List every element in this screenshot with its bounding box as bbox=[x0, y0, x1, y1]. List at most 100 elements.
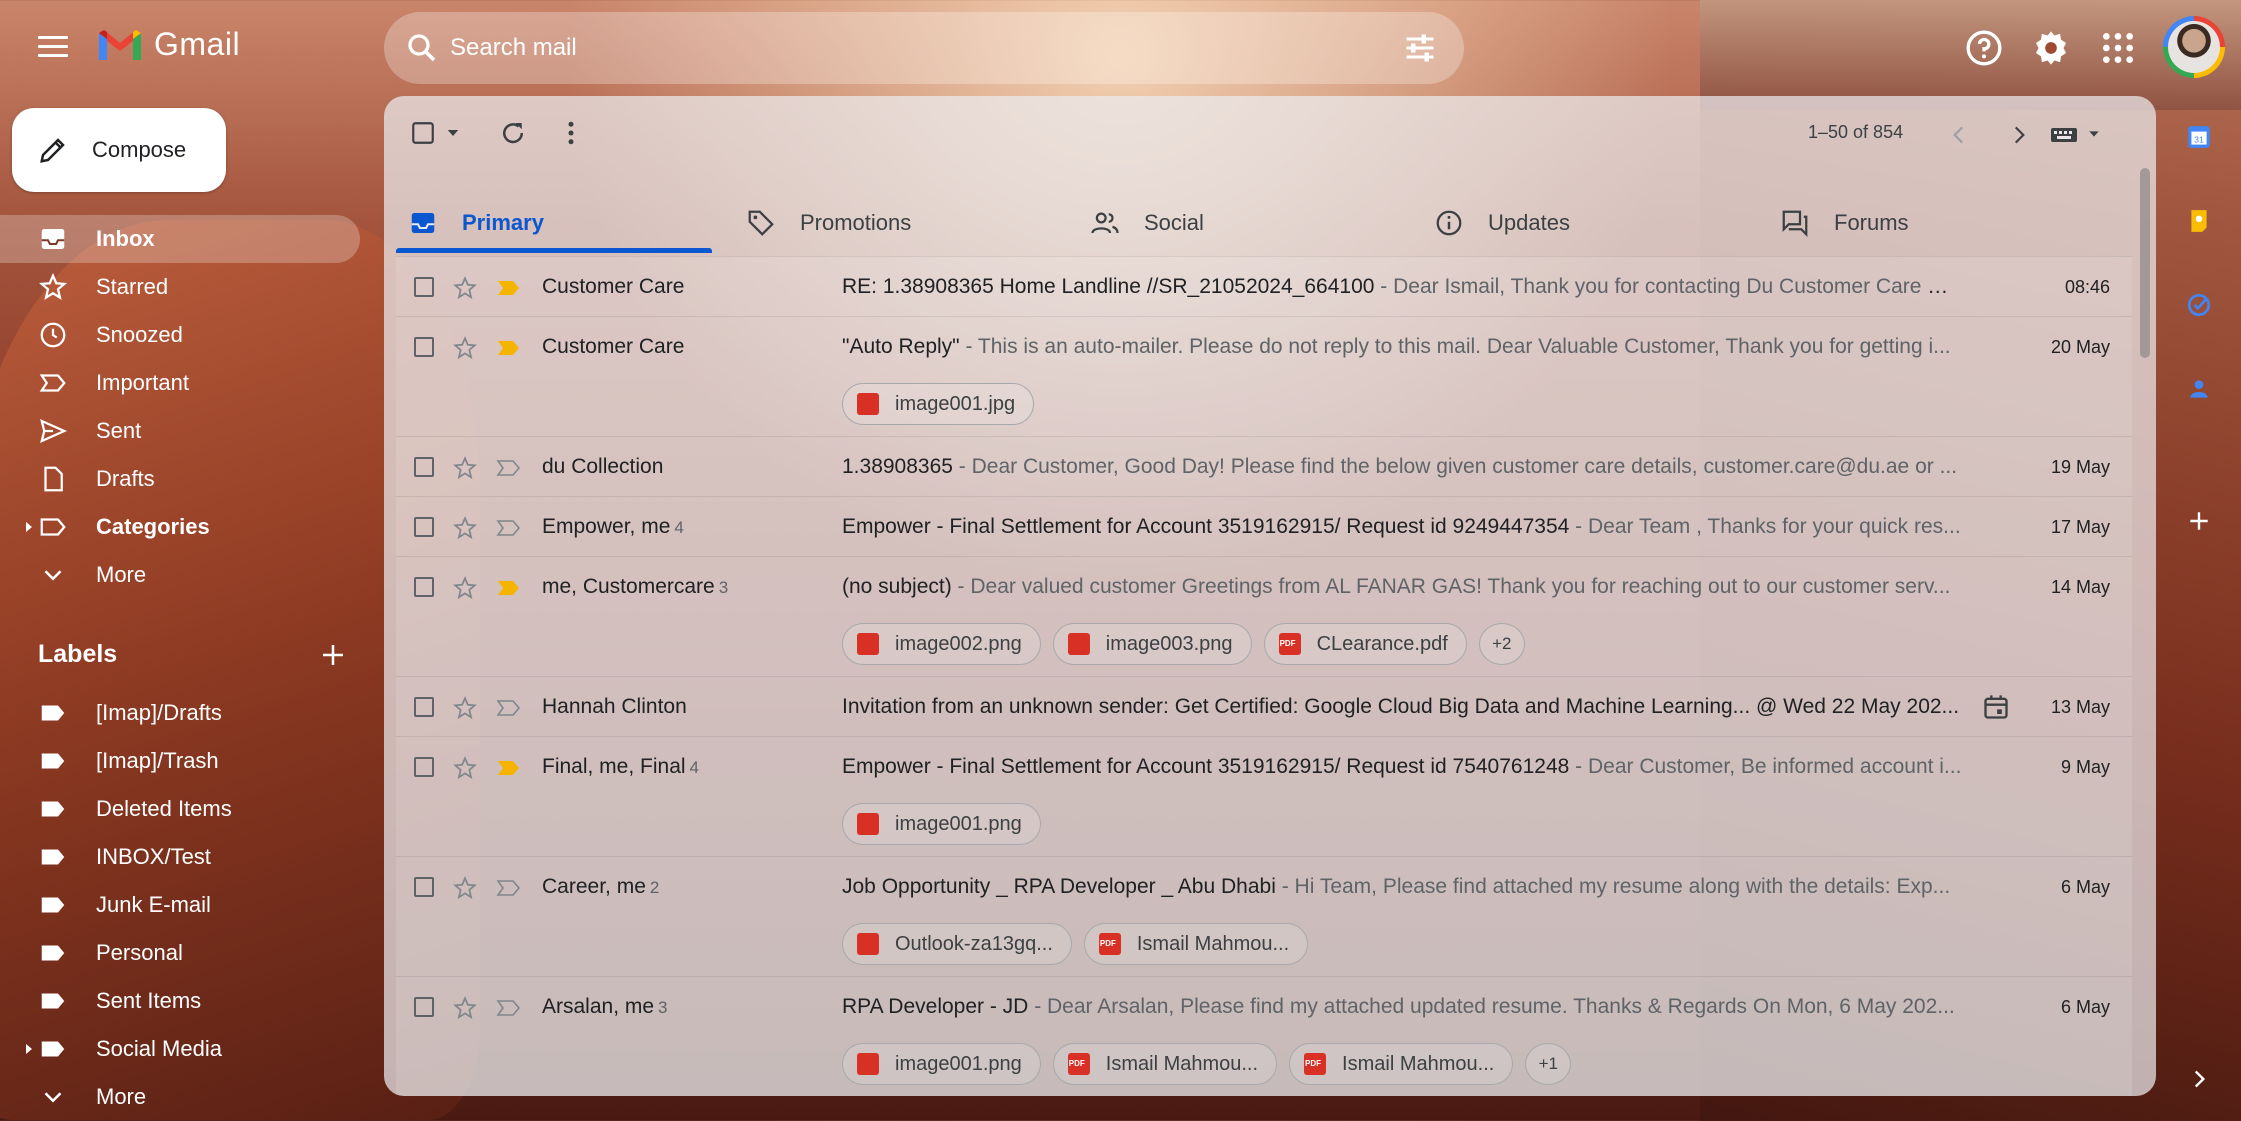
sidebar-item-snoozed[interactable]: Snoozed bbox=[0, 311, 360, 359]
row-checkbox[interactable] bbox=[414, 457, 434, 477]
star-icon[interactable] bbox=[452, 995, 478, 1021]
gmail-logo[interactable]: Gmail bbox=[96, 26, 240, 63]
attachment-chip[interactable]: Ismail Mahmou... bbox=[1083, 923, 1309, 965]
email-row[interactable]: Career, me 2 Job Opportunity _ RPA Develo… bbox=[396, 856, 2132, 976]
attachment-chip[interactable]: CLearance.pdf bbox=[1263, 623, 1467, 665]
previous-page-icon[interactable] bbox=[1946, 122, 1972, 148]
label-item[interactable]: [Imap]/Drafts bbox=[0, 689, 360, 737]
star-icon[interactable] bbox=[452, 875, 478, 901]
search-options-icon[interactable] bbox=[1402, 30, 1438, 66]
important-marker-icon[interactable] bbox=[496, 279, 522, 297]
important-marker-icon[interactable] bbox=[496, 519, 522, 537]
scrollbar[interactable] bbox=[2140, 168, 2150, 358]
email-row[interactable]: Arsalan, me 3 RPA Developer - JD - Dear A… bbox=[396, 976, 2132, 1096]
label-item[interactable]: Sent Items bbox=[0, 977, 360, 1025]
label-item[interactable]: Personal bbox=[0, 929, 360, 977]
attachment-chip[interactable]: image002.png bbox=[842, 623, 1041, 665]
search-bar[interactable] bbox=[384, 12, 1464, 84]
email-row[interactable]: Empower, me 4 Empower - Final Settlement … bbox=[396, 496, 2132, 556]
caret-right-icon[interactable] bbox=[24, 1042, 34, 1056]
sidebar-item-important[interactable]: Important bbox=[0, 359, 360, 407]
caret-right-icon[interactable] bbox=[24, 520, 34, 534]
search-icon[interactable] bbox=[404, 30, 440, 66]
star-icon[interactable] bbox=[452, 455, 478, 481]
tab-updates[interactable]: Updates bbox=[1434, 186, 1750, 260]
add-addon-icon[interactable] bbox=[2186, 508, 2212, 534]
star-icon[interactable] bbox=[452, 575, 478, 601]
more-attachments-chip[interactable]: +2 bbox=[1478, 623, 1525, 665]
label-item[interactable]: [Imap]/Trash bbox=[0, 737, 360, 785]
row-checkbox[interactable] bbox=[414, 337, 434, 357]
important-marker-icon[interactable] bbox=[496, 459, 522, 477]
tab-social[interactable]: Social bbox=[1090, 186, 1406, 260]
sidebar-item-drafts[interactable]: Drafts bbox=[0, 455, 360, 503]
search-input[interactable] bbox=[450, 34, 1402, 62]
refresh-icon[interactable] bbox=[498, 118, 528, 148]
email-row[interactable]: du Collection 1.38908365 - Dear Customer… bbox=[396, 436, 2132, 496]
email-row[interactable]: me, Customercare 3 (no subject) - Dear va… bbox=[396, 556, 2132, 676]
row-checkbox[interactable] bbox=[414, 517, 434, 537]
row-checkbox[interactable] bbox=[414, 757, 434, 777]
apps-grid-icon[interactable] bbox=[2098, 28, 2138, 68]
star-icon[interactable] bbox=[452, 335, 478, 361]
label-item[interactable]: Social Media bbox=[0, 1025, 360, 1073]
important-marker-icon[interactable] bbox=[496, 759, 522, 777]
important-marker-icon[interactable] bbox=[496, 999, 522, 1017]
row-checkbox[interactable] bbox=[414, 877, 434, 897]
add-label-icon[interactable] bbox=[318, 640, 348, 670]
label-item[interactable]: Deleted Items bbox=[0, 785, 360, 833]
help-icon[interactable] bbox=[1964, 28, 2004, 68]
attachment-chip[interactable]: Ismail Mahmou... bbox=[1052, 1043, 1278, 1085]
compose-button[interactable]: Compose bbox=[12, 108, 226, 192]
star-icon[interactable] bbox=[452, 515, 478, 541]
more-options-icon[interactable] bbox=[556, 118, 586, 148]
important-marker-icon[interactable] bbox=[496, 879, 522, 897]
row-checkbox[interactable] bbox=[414, 577, 434, 597]
next-page-icon[interactable] bbox=[2006, 122, 2032, 148]
sidebar-item-categories[interactable]: Categories bbox=[0, 503, 360, 551]
contacts-app-icon[interactable] bbox=[2186, 376, 2212, 402]
attachment-chip[interactable]: image001.png bbox=[842, 1043, 1041, 1085]
sidebar-item-label: Sent bbox=[96, 418, 142, 443]
star-icon[interactable] bbox=[452, 275, 478, 301]
expand-side-panel-icon[interactable] bbox=[2186, 1066, 2212, 1092]
input-tools-dropdown-icon[interactable] bbox=[2086, 126, 2102, 142]
tab-forums[interactable]: Forums bbox=[1780, 186, 2096, 260]
attachment-chip[interactable]: image001.png bbox=[842, 803, 1041, 845]
label-item[interactable]: Junk E-mail bbox=[0, 881, 360, 929]
email-row[interactable]: Hannah Clinton Invitation from an unknow… bbox=[396, 676, 2132, 736]
sidebar-item-more[interactable]: More bbox=[0, 551, 360, 599]
important-marker-icon[interactable] bbox=[496, 579, 522, 597]
select-all-checkbox[interactable] bbox=[410, 120, 436, 146]
sidebar-item-starred[interactable]: Starred bbox=[0, 263, 360, 311]
email-row[interactable]: Customer Care RE: 1.38908365 Home Landli… bbox=[396, 256, 2132, 316]
calendar-event-icon[interactable] bbox=[1982, 693, 2010, 721]
email-row[interactable]: Customer Care "Auto Reply" - This is an … bbox=[396, 316, 2132, 436]
more-attachments-chip[interactable]: +1 bbox=[1525, 1043, 1572, 1085]
tasks-app-icon[interactable] bbox=[2186, 292, 2212, 318]
settings-gear-icon[interactable] bbox=[2031, 28, 2071, 68]
keyboard-icon[interactable] bbox=[2050, 122, 2084, 148]
row-checkbox[interactable] bbox=[414, 697, 434, 717]
important-marker-icon[interactable] bbox=[496, 339, 522, 357]
email-row[interactable]: Final, me, Final 4 Empower - Final Settle… bbox=[396, 736, 2132, 856]
star-icon[interactable] bbox=[452, 755, 478, 781]
attachment-chip[interactable]: image003.png bbox=[1052, 623, 1252, 665]
sidebar-item-sent[interactable]: Sent bbox=[0, 407, 360, 455]
select-dropdown-icon[interactable] bbox=[444, 124, 462, 142]
account-avatar[interactable] bbox=[2163, 16, 2225, 78]
keep-app-icon[interactable] bbox=[2186, 208, 2212, 234]
row-checkbox[interactable] bbox=[414, 277, 434, 297]
main-menu-icon[interactable] bbox=[38, 36, 68, 58]
calendar-app-icon[interactable]: 31 bbox=[2186, 124, 2212, 150]
star-icon[interactable] bbox=[452, 695, 478, 721]
tab-promotions[interactable]: Promotions bbox=[746, 186, 1062, 260]
attachment-chip[interactable]: Outlook-za13gq... bbox=[842, 923, 1072, 965]
row-checkbox[interactable] bbox=[414, 997, 434, 1017]
labels-more[interactable]: More bbox=[0, 1073, 360, 1121]
sidebar-item-inbox[interactable]: Inbox bbox=[0, 215, 360, 263]
label-item[interactable]: INBOX/Test bbox=[0, 833, 360, 881]
important-marker-icon[interactable] bbox=[496, 699, 522, 717]
attachment-chip[interactable]: Ismail Mahmou... bbox=[1289, 1043, 1514, 1085]
attachment-chip[interactable]: image001.jpg bbox=[842, 383, 1035, 425]
